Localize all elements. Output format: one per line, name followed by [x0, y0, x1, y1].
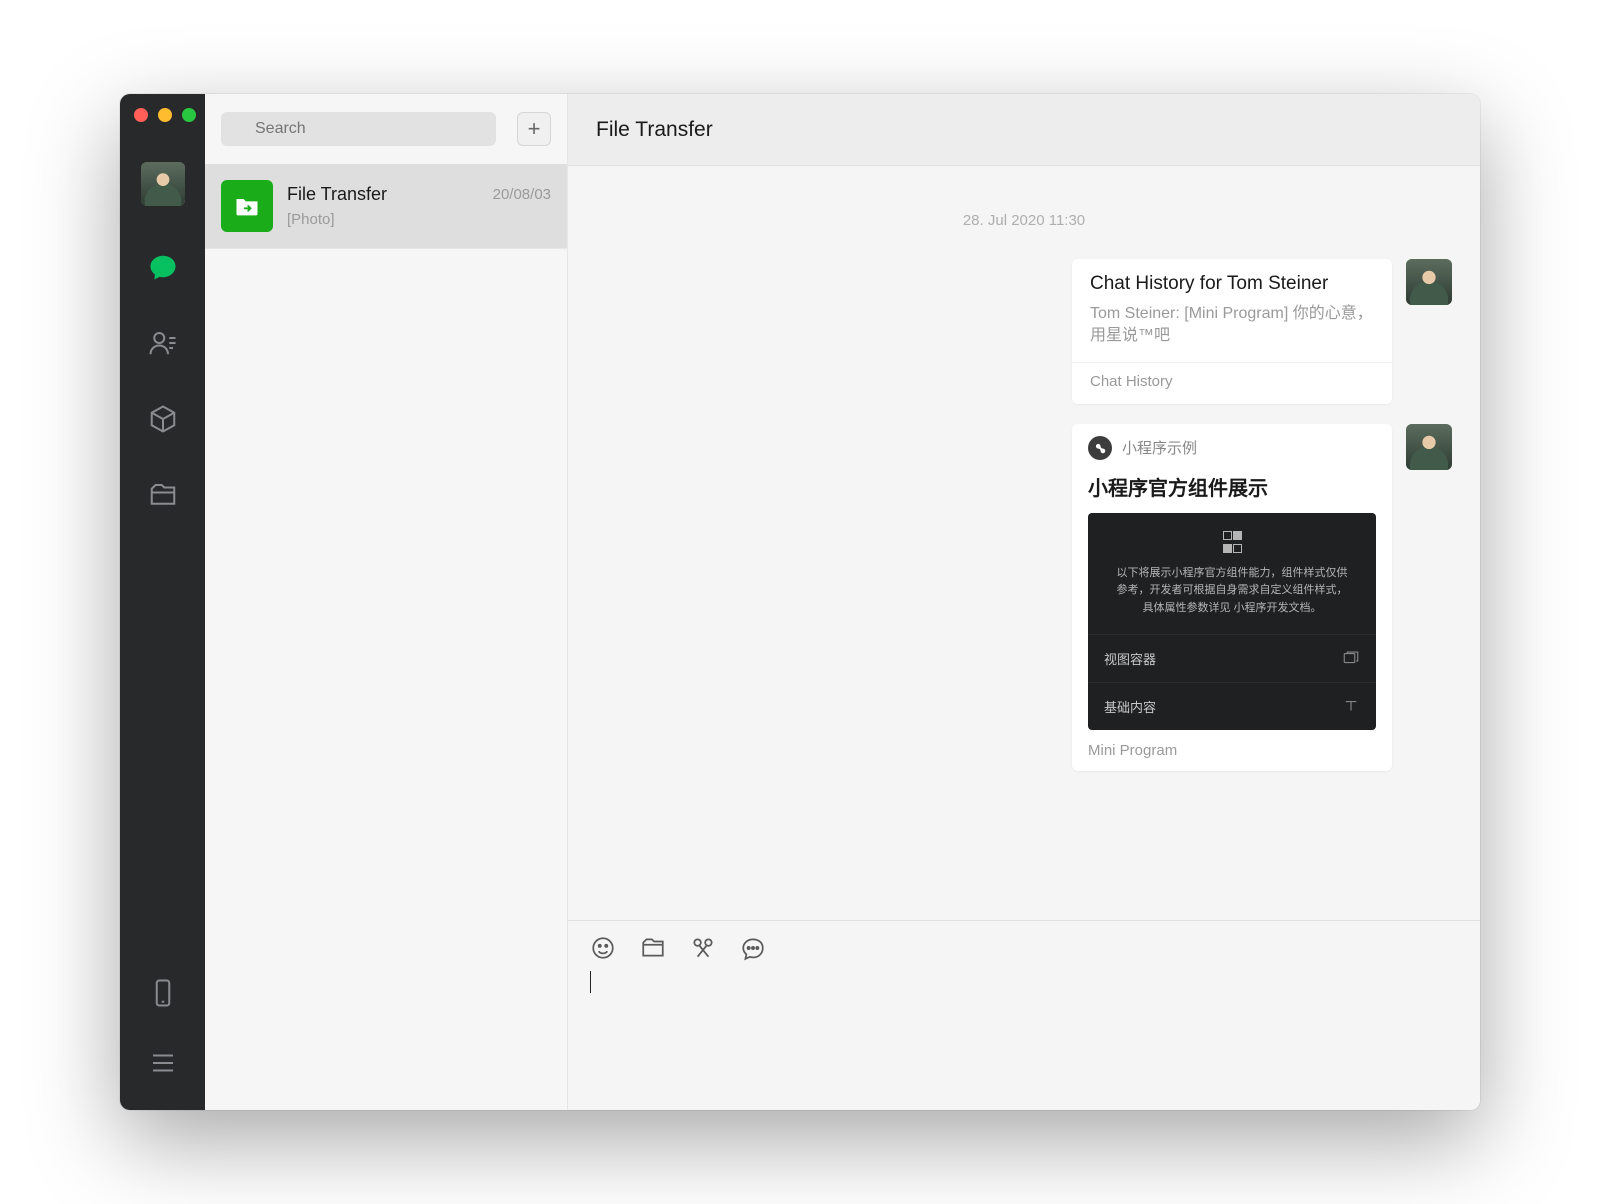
window-controls	[134, 108, 196, 122]
file-transfer-icon	[221, 180, 273, 232]
grid-icon	[1221, 531, 1243, 553]
card-footer: Chat History	[1090, 373, 1374, 390]
mini-program-header: 小程序示例	[1072, 424, 1392, 472]
emoji-icon[interactable]	[590, 935, 616, 961]
chat-history-card[interactable]: Chat History for Tom Steiner Tom Steiner…	[1072, 259, 1392, 404]
mini-program-logo-icon	[1088, 436, 1112, 460]
preview-row-label: 基础内容	[1104, 697, 1156, 716]
conversation-text: File Transfer 20/08/03 [Photo]	[287, 184, 551, 228]
maximize-window-button[interactable]	[182, 108, 196, 122]
message-composer	[568, 920, 1480, 1110]
menu-icon[interactable]	[146, 1046, 180, 1080]
plus-icon: +	[528, 116, 541, 142]
chat-body[interactable]: 28. Jul 2020 11:30 Chat History for Tom …	[568, 166, 1480, 920]
message-avatar[interactable]	[1406, 259, 1452, 305]
search-bar: +	[205, 94, 567, 164]
nav-items	[146, 250, 180, 512]
files-icon[interactable]	[146, 478, 180, 512]
conversation-item-file-transfer[interactable]: File Transfer 20/08/03 [Photo]	[205, 164, 567, 249]
favorites-icon[interactable]	[146, 402, 180, 436]
conversation-subtitle: [Photo]	[287, 211, 551, 228]
chat-icon[interactable]	[146, 250, 180, 284]
close-window-button[interactable]	[134, 108, 148, 122]
minimize-window-button[interactable]	[158, 108, 172, 122]
mini-program-preview-desc: 以下将展示小程序官方组件能力，组件样式仅供参考，开发者可根据自身需求自定义组件样…	[1088, 565, 1376, 634]
text-cursor	[590, 971, 591, 993]
mini-program-preview: 以下将展示小程序官方组件能力，组件样式仅供参考，开发者可根据自身需求自定义组件样…	[1088, 513, 1376, 730]
chat-title: File Transfer	[596, 118, 713, 142]
new-chat-button[interactable]: +	[517, 112, 551, 146]
card-body: Tom Steiner: [Mini Program] 你的心意，用星说™吧	[1090, 303, 1374, 348]
conversation-time: 20/08/03	[493, 186, 551, 203]
nav-bottom	[146, 976, 180, 1080]
chat-history-icon[interactable]	[740, 935, 766, 961]
mini-program-preview-row: 基础内容	[1088, 682, 1376, 730]
mini-program-title: 小程序官方组件展示	[1072, 472, 1392, 513]
preview-row-label: 视图容器	[1104, 649, 1156, 668]
screenshot-icon[interactable]	[690, 935, 716, 961]
contacts-icon[interactable]	[146, 326, 180, 360]
conversation-title: File Transfer	[287, 184, 387, 205]
card-title: Chat History for Tom Steiner	[1090, 273, 1374, 295]
date-separator: 28. Jul 2020 11:30	[596, 212, 1452, 229]
card-divider	[1072, 362, 1392, 363]
attach-file-icon[interactable]	[640, 935, 666, 961]
conversation-list: + File Transfer 20/08/03 [Photo]	[205, 94, 568, 1110]
mobile-icon[interactable]	[146, 976, 180, 1010]
composer-tools	[590, 935, 1458, 961]
chat-panel: File Transfer 28. Jul 2020 11:30 Chat Hi…	[568, 94, 1480, 1110]
chat-header: File Transfer	[568, 94, 1480, 166]
mini-program-card[interactable]: 小程序示例 小程序官方组件展示 以下将展示小程序官方组件能力，组件样式仅供参考，…	[1072, 424, 1392, 771]
mini-program-preview-row: 视图容器	[1088, 634, 1376, 682]
user-avatar[interactable]	[141, 162, 185, 206]
mini-program-footer: Mini Program	[1072, 730, 1392, 771]
mini-program-app-name: 小程序示例	[1122, 437, 1197, 458]
message-input[interactable]	[590, 971, 1458, 1091]
search-input-wrap	[221, 112, 507, 146]
left-nav	[120, 94, 205, 1110]
message-row: 小程序示例 小程序官方组件展示 以下将展示小程序官方组件能力，组件样式仅供参考，…	[596, 424, 1452, 771]
app-window: + File Transfer 20/08/03 [Photo] File Tr…	[120, 94, 1480, 1110]
search-input[interactable]	[221, 112, 496, 146]
text-icon	[1342, 697, 1360, 715]
card-stack-icon	[1342, 649, 1360, 667]
message-row: Chat History for Tom Steiner Tom Steiner…	[596, 259, 1452, 404]
message-avatar[interactable]	[1406, 424, 1452, 470]
